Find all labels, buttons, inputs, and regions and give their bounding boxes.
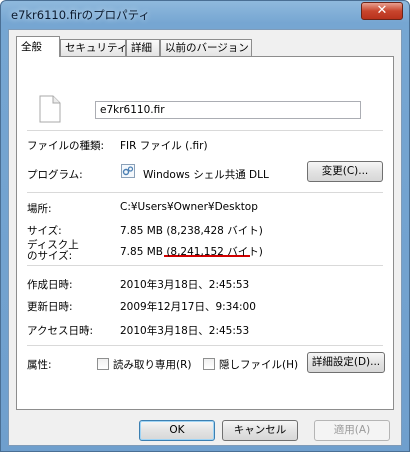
separator <box>27 192 383 193</box>
readonly-checkbox[interactable] <box>97 358 109 370</box>
created-label: 作成日時: <box>27 279 73 291</box>
tab-security[interactable]: セキュリティ <box>60 39 127 56</box>
separator <box>27 130 383 131</box>
window-title: e7kr6110.firのプロパティ <box>11 8 150 22</box>
file-icon <box>39 95 61 123</box>
hidden-checkbox[interactable] <box>203 358 215 370</box>
general-panel: e7kr6110.fir ファイルの種類: FIR ファイル (.fir) プロ… <box>16 56 394 410</box>
separator <box>27 265 383 266</box>
file-type-value: FIR ファイル (.fir) <box>120 140 208 152</box>
hidden-label[interactable]: 隠しファイル(H) <box>219 357 298 372</box>
modified-value: 2009年12月17日、9:34:00 <box>120 301 256 313</box>
ok-button[interactable]: OK <box>139 420 215 441</box>
advanced-button[interactable]: 詳細設定(D)... <box>307 352 385 373</box>
modified-label: 更新日時: <box>27 301 73 313</box>
attributes-label: 属性: <box>27 359 52 371</box>
created-value: 2010年3月18日、2:45:53 <box>120 279 250 291</box>
change-button[interactable]: 変更(C)... <box>307 161 383 182</box>
location-label: 場所: <box>27 203 52 215</box>
filename-input[interactable]: e7kr6110.fir <box>95 101 361 119</box>
program-label: プログラム: <box>27 169 83 181</box>
disk-size-label-line2: のサイズ: <box>27 250 73 262</box>
dialog-client: 全般 セキュリティ 詳細 以前のバージョン e7kr6110.fir ファイルの… <box>8 29 402 446</box>
tab-general[interactable]: 全般 <box>16 36 60 57</box>
apply-button[interactable]: 適用(A) <box>314 420 390 441</box>
location-value: C:¥Users¥Owner¥Desktop <box>120 201 258 213</box>
accessed-value: 2010年3月18日、2:45:53 <box>120 325 250 337</box>
readonly-label[interactable]: 読み取り専用(R) <box>113 357 192 372</box>
size-label: サイズ: <box>27 225 62 237</box>
tab-previous-versions[interactable]: 以前のバージョン <box>160 39 252 56</box>
disk-size-label: ディスク上 のサイズ: <box>27 240 79 262</box>
close-icon: ✕ <box>376 3 388 18</box>
program-value: Windows シェル共通 DLL <box>143 169 269 181</box>
tab-details[interactable]: 詳細 <box>126 39 160 56</box>
size-value: 7.85 MB (8,238,428 バイト) <box>120 225 263 237</box>
properties-window: e7kr6110.firのプロパティ ✕ 全般 セキュリティ 詳細 以前のバージ… <box>0 0 410 452</box>
file-type-label: ファイルの種類: <box>27 140 105 152</box>
separator <box>27 345 383 346</box>
cancel-button[interactable]: キャンセル <box>222 420 298 441</box>
accessed-label: アクセス日時: <box>27 325 94 337</box>
close-button[interactable]: ✕ <box>361 2 403 20</box>
disk-size-value: 7.85 MB (8,241,152 バイト) <box>120 246 263 258</box>
title-bar[interactable]: e7kr6110.firのプロパティ ✕ <box>1 1 409 27</box>
program-icon <box>121 164 135 178</box>
